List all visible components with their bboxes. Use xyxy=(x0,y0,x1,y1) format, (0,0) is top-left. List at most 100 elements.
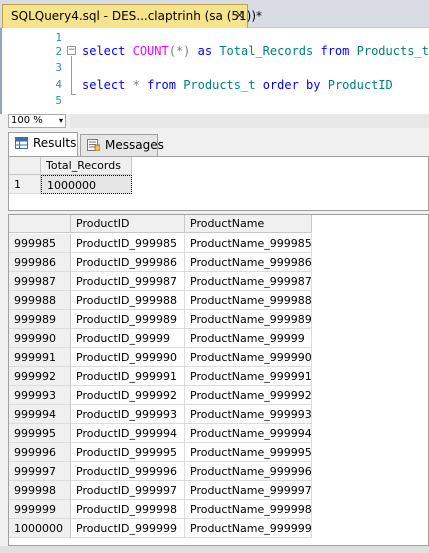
table-cell[interactable]: ProductName_999998 xyxy=(185,500,312,519)
table-cell[interactable]: ProductName_999985 xyxy=(185,234,312,253)
editor-status-bar: 100 % ▾ xyxy=(0,114,429,128)
tab-results[interactable]: Results xyxy=(8,132,78,156)
table-cell[interactable]: ProductID_999997 xyxy=(71,481,185,500)
table-cell[interactable]: ProductID_999986 xyxy=(71,253,185,272)
keyword: order by xyxy=(262,78,321,92)
column-header[interactable]: ProductName xyxy=(185,215,312,233)
row-number: 999988 xyxy=(9,291,71,310)
table-cell[interactable]: ProductName_999992 xyxy=(185,386,312,405)
table-cell[interactable]: ProductName_999989 xyxy=(185,310,312,329)
results-grid-count[interactable]: Total_Records 1 1000000 xyxy=(8,156,429,211)
line-number-gutter: 1 2 3 4 5 xyxy=(2,28,66,114)
column-header[interactable]: Total_Records xyxy=(41,157,132,175)
line-number: 2 xyxy=(55,45,62,58)
table-cell[interactable]: 1000000 xyxy=(41,175,132,194)
fold-line xyxy=(71,56,72,94)
table-cell[interactable]: ProductName_999991 xyxy=(185,367,312,386)
table-cell[interactable]: ProductName_999995 xyxy=(185,443,312,462)
table-cell[interactable]: ProductID_999994 xyxy=(71,424,185,443)
row-number: 999999 xyxy=(9,500,71,519)
table-cell[interactable]: ProductName_999996 xyxy=(185,462,312,481)
horizontal-scrollbar[interactable] xyxy=(70,114,429,128)
fold-margin: − xyxy=(66,28,78,114)
fold-tick xyxy=(71,94,76,95)
table-cell[interactable]: ProductName_999990 xyxy=(185,348,312,367)
function: COUNT xyxy=(132,44,169,58)
zoom-select[interactable]: 100 % ▾ xyxy=(8,114,66,128)
tab-results-label: Results xyxy=(33,136,77,150)
code-line-2[interactable]: select COUNT(*) as Total_Records from Pr… xyxy=(82,44,429,58)
document-tab-strip: SQLQuery4.sql - DES...claptrinh (sa (51)… xyxy=(0,0,429,28)
grid-icon xyxy=(15,137,28,149)
table-cell[interactable]: ProductName_999993 xyxy=(185,405,312,424)
table-cell[interactable]: ProductID_999991 xyxy=(71,367,185,386)
row-number: 999985 xyxy=(9,234,71,253)
keyword: from xyxy=(147,78,176,92)
query-editor[interactable]: 1 2 3 4 5 − select COUNT(*) as Total_Rec… xyxy=(0,28,429,114)
document-tab-title: SQLQuery4.sql - DES...claptrinh (sa (51)… xyxy=(11,9,263,23)
table-cell[interactable]: ProductName_999987 xyxy=(185,272,312,291)
table-cell[interactable]: ProductID_999987 xyxy=(71,272,185,291)
row-number: 999998 xyxy=(9,481,71,500)
messages-icon xyxy=(87,139,101,152)
row-number: 999995 xyxy=(9,424,71,443)
row-number: 999986 xyxy=(9,253,71,272)
table-cell[interactable]: ProductID_999992 xyxy=(71,386,185,405)
table-cell[interactable]: ProductID_999990 xyxy=(71,348,185,367)
tab-messages[interactable]: Messages xyxy=(80,134,164,156)
identifier: Products_t xyxy=(356,44,429,58)
table-cell[interactable]: ProductID_999996 xyxy=(71,462,185,481)
line-number: 5 xyxy=(55,94,62,107)
table-cell[interactable]: ProductName_999994 xyxy=(185,424,312,443)
table-cell[interactable]: ProductID_999989 xyxy=(71,310,185,329)
chevron-down-icon: ▾ xyxy=(58,116,63,125)
row-number: 999997 xyxy=(9,462,71,481)
identifier: Total_Records xyxy=(219,44,314,58)
table-cell[interactable]: ProductID_999995 xyxy=(71,443,185,462)
table-cell[interactable]: ProductID_999988 xyxy=(71,291,185,310)
collapse-icon[interactable]: − xyxy=(67,46,76,55)
results-grid-products[interactable]: ProductID ProductName 999985 ProductID_99… xyxy=(8,214,429,546)
table-cell[interactable]: ProductID_99999 xyxy=(71,329,185,348)
row-number: 1000000 xyxy=(9,519,71,538)
column-header[interactable]: ProductID xyxy=(71,215,185,233)
row-number: 999992 xyxy=(9,367,71,386)
table-cell[interactable]: ProductID_999999 xyxy=(71,519,185,538)
table-cell[interactable]: ProductName_99999 xyxy=(185,329,312,348)
keyword: from xyxy=(320,44,350,58)
code-line-4[interactable]: select * from Products_t order by Produc… xyxy=(82,78,393,92)
table-cell[interactable]: ProductName_999997 xyxy=(185,481,312,500)
row-number: 999989 xyxy=(9,310,71,329)
line-number: 4 xyxy=(55,78,62,91)
table-cell[interactable]: ProductName_999986 xyxy=(185,253,312,272)
row-number: 999993 xyxy=(9,386,71,405)
table-cell[interactable]: ProductName_999988 xyxy=(185,291,312,310)
table-cell[interactable]: ProductID_999998 xyxy=(71,500,185,519)
keyword: select xyxy=(82,44,126,58)
identifier: ProductID xyxy=(327,78,393,92)
horizontal-scrollbar-bottom[interactable] xyxy=(0,546,429,553)
table-cell[interactable]: ProductID_999993 xyxy=(71,405,185,424)
line-number: 1 xyxy=(55,31,62,44)
row-number-header xyxy=(9,215,71,233)
results-tab-strip: Results Messages xyxy=(0,132,429,156)
operator: * xyxy=(132,78,140,92)
row-number: 999987 xyxy=(9,272,71,291)
operator: (*) xyxy=(168,44,191,58)
tab-messages-label: Messages xyxy=(105,138,164,152)
line-number: 3 xyxy=(55,61,62,74)
close-icon[interactable]: ✕ xyxy=(235,9,244,22)
row-number-header xyxy=(9,157,41,175)
row-number: 999996 xyxy=(9,443,71,462)
row-number: 999994 xyxy=(9,405,71,424)
table-cell[interactable]: ProductID_999985 xyxy=(71,234,185,253)
document-tab[interactable]: SQLQuery4.sql - DES...claptrinh (sa (51)… xyxy=(2,4,262,28)
table-cell[interactable]: ProductName_999999 xyxy=(185,519,312,538)
row-number: 999990 xyxy=(9,329,71,348)
zoom-value: 100 % xyxy=(11,115,43,126)
keyword: select xyxy=(82,78,126,92)
identifier: Products_t xyxy=(183,78,256,92)
keyword: as xyxy=(197,44,213,58)
row-number: 999991 xyxy=(9,348,71,367)
row-number: 1 xyxy=(9,175,41,194)
